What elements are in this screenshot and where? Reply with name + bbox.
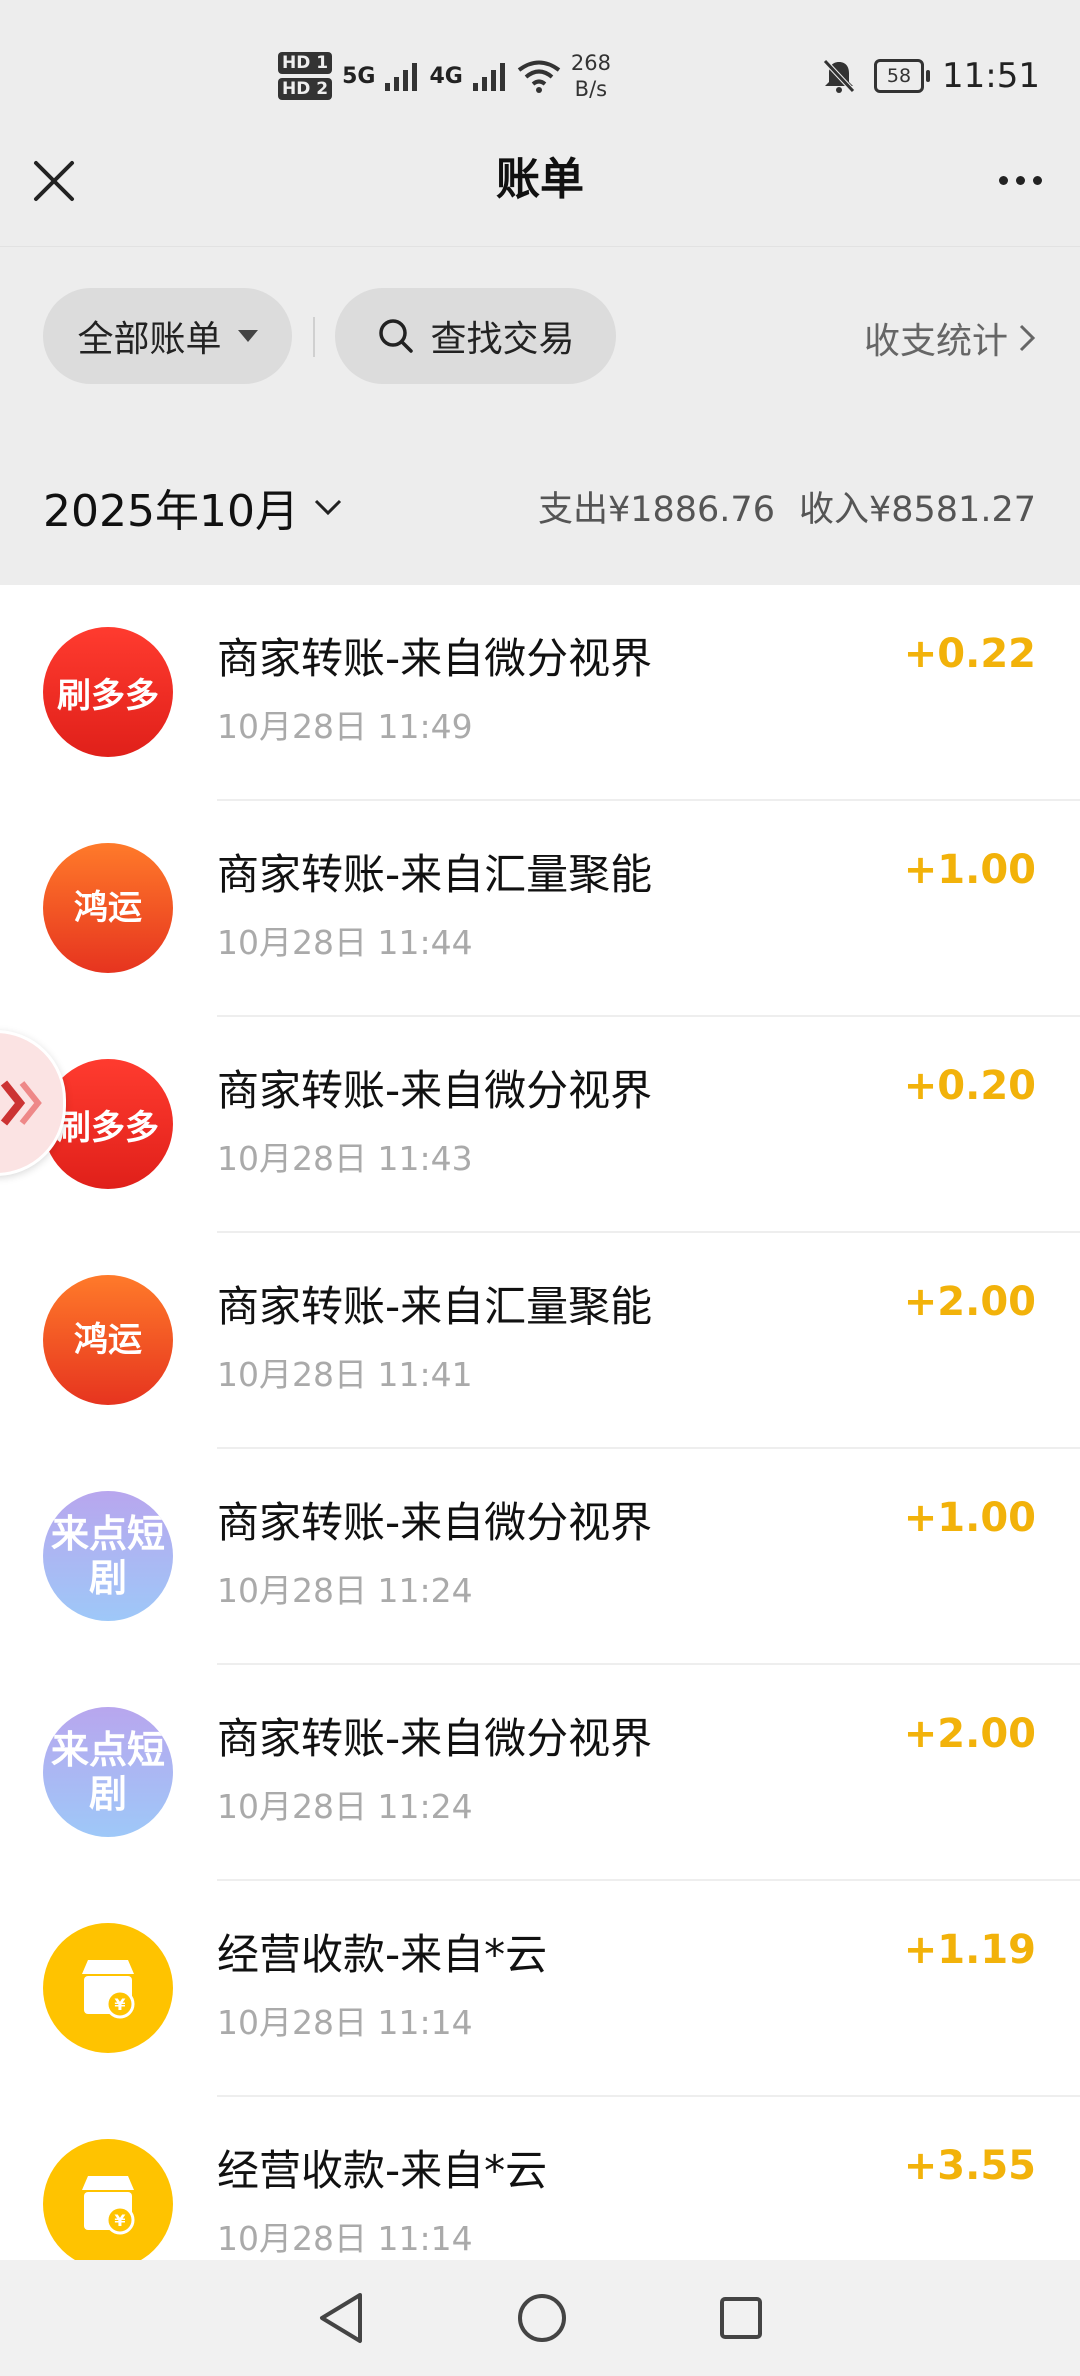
income-total: 收入¥8581.27 bbox=[798, 490, 1036, 530]
floating-app-icon bbox=[0, 1080, 42, 1126]
divider bbox=[313, 317, 315, 357]
top-bar: 账单 bbox=[0, 145, 1080, 245]
transaction-amount: +2.00 bbox=[903, 1711, 1036, 1757]
home-icon[interactable] bbox=[516, 2292, 568, 2344]
transaction-list: 刷多多 商家转账-来自微分视界 10月28日 11:49 +0.22 鸿运 商家… bbox=[0, 585, 1080, 2260]
svg-text:¥: ¥ bbox=[114, 1995, 125, 2014]
transaction-title: 商家转账-来自汇量聚能 bbox=[217, 850, 653, 899]
transaction-row[interactable]: ¥ 经营收款-来自*云 10月28日 11:14 +1.19 bbox=[0, 1881, 1080, 2097]
transaction-date: 10月28日 11:14 bbox=[217, 2219, 473, 2258]
transaction-date: 10月28日 11:44 bbox=[217, 923, 473, 962]
stats-label: 收支统计 bbox=[863, 321, 1008, 362]
month-summary: 2025年10月 支出¥1886.76 收入¥8581.27 bbox=[0, 429, 1080, 584]
battery-indicator: 58 bbox=[874, 59, 931, 93]
merchant-avatar: 鸿运 bbox=[43, 843, 173, 973]
transaction-amount: +0.22 bbox=[903, 631, 1036, 677]
clock: 11:51 bbox=[942, 56, 1040, 96]
bell-muted-icon bbox=[823, 59, 855, 93]
signal-bars-icon bbox=[472, 63, 505, 91]
signal-4g: 4G bbox=[429, 63, 463, 89]
transaction-amount: +2.00 bbox=[903, 1279, 1036, 1325]
back-icon[interactable] bbox=[316, 2291, 366, 2345]
transaction-date: 10月28日 11:24 bbox=[217, 1787, 473, 1826]
transaction-title: 商家转账-来自汇量聚能 bbox=[217, 1282, 653, 1331]
network-indicators: HD 1 HD 2 5G 4G 268 B/s bbox=[278, 44, 611, 108]
more-dot bbox=[1032, 175, 1042, 185]
signal-5g: 5G bbox=[342, 63, 376, 89]
net-speed-unit: B/s bbox=[574, 77, 608, 101]
all-bills-label: 全部账单 bbox=[77, 319, 222, 360]
transaction-amount: +3.55 bbox=[903, 2143, 1036, 2189]
transaction-amount: +1.00 bbox=[903, 1495, 1036, 1541]
filter-bar: 全部账单 查找交易 收支统计 bbox=[0, 246, 1080, 429]
transaction-title: 商家转账-来自微分视界 bbox=[217, 1714, 653, 1763]
status-bar: HD 1 HD 2 5G 4G 268 B/s 58 11:51 bbox=[0, 0, 1080, 145]
search-transactions-button[interactable]: 查找交易 bbox=[335, 288, 616, 384]
all-bills-dropdown[interactable]: 全部账单 bbox=[43, 288, 292, 384]
net-speed: 268 B/s bbox=[571, 50, 611, 102]
transaction-row[interactable]: 刷多多 商家转账-来自微分视界 10月28日 11:43 +0.20 bbox=[0, 1017, 1080, 1233]
net-speed-value: 268 bbox=[570, 51, 611, 75]
more-dot bbox=[1015, 175, 1025, 185]
wifi-icon bbox=[517, 60, 561, 93]
chevron-down-icon bbox=[314, 499, 342, 516]
transaction-title: 经营收款-来自*云 bbox=[217, 2146, 548, 2195]
hd-badge-1: HD 1 bbox=[278, 52, 333, 74]
merchant-avatar: 鸿运 bbox=[43, 1275, 173, 1405]
transaction-row[interactable]: ¥ 经营收款-来自*云 10月28日 11:14 +3.55 bbox=[0, 2097, 1080, 2260]
store-icon: ¥ bbox=[82, 1960, 135, 2019]
stats-link[interactable]: 收支统计 bbox=[864, 312, 1036, 364]
store-icon: ¥ bbox=[82, 2176, 135, 2235]
caret-down-icon bbox=[237, 330, 258, 342]
store-payment-avatar: ¥ bbox=[43, 1923, 173, 2053]
transaction-date: 10月28日 11:49 bbox=[217, 707, 473, 746]
store-payment-avatar: ¥ bbox=[43, 2139, 173, 2260]
transaction-date: 10月28日 11:24 bbox=[217, 1571, 473, 1610]
signal-bars-icon bbox=[385, 63, 418, 91]
transaction-date: 10月28日 11:41 bbox=[217, 1355, 473, 1394]
svg-text:¥: ¥ bbox=[114, 2211, 125, 2230]
status-right: 58 11:51 bbox=[822, 50, 1040, 102]
recents-icon[interactable] bbox=[718, 2295, 764, 2341]
month-label: 2025年10月 bbox=[43, 486, 299, 537]
transaction-title: 经营收款-来自*云 bbox=[217, 1930, 548, 1979]
transaction-row[interactable]: 刷多多 商家转账-来自微分视界 10月28日 11:49 +0.22 bbox=[0, 585, 1080, 801]
transaction-title: 商家转账-来自微分视界 bbox=[217, 634, 653, 683]
transaction-row[interactable]: 来点短剧 商家转账-来自微分视界 10月28日 11:24 +1.00 bbox=[0, 1449, 1080, 1665]
transaction-amount: +1.19 bbox=[903, 1927, 1036, 1973]
merchant-avatar: 来点短剧 bbox=[43, 1491, 173, 1621]
merchant-avatar: 来点短剧 bbox=[43, 1707, 173, 1837]
transaction-date: 10月28日 11:14 bbox=[217, 2003, 473, 2042]
chevron-right-icon bbox=[1019, 324, 1036, 352]
more-dot bbox=[998, 175, 1008, 185]
hd-badges: HD 1 HD 2 bbox=[278, 52, 333, 100]
transaction-amount: +0.20 bbox=[903, 1063, 1036, 1109]
expense-total: 支出¥1886.76 bbox=[537, 490, 775, 530]
transaction-title: 商家转账-来自微分视界 bbox=[217, 1498, 653, 1547]
search-label: 查找交易 bbox=[430, 319, 575, 360]
transaction-row[interactable]: 鸿运 商家转账-来自汇量聚能 10月28日 11:44 +1.00 bbox=[0, 801, 1080, 1017]
month-totals: 支出¥1886.76 收入¥8581.27 bbox=[538, 481, 1036, 532]
transaction-row[interactable]: 鸿运 商家转账-来自汇量聚能 10月28日 11:41 +2.00 bbox=[0, 1233, 1080, 1449]
hd-badge-2: HD 2 bbox=[278, 78, 333, 100]
merchant-avatar: 刷多多 bbox=[43, 627, 173, 757]
transaction-title: 商家转账-来自微分视界 bbox=[217, 1066, 653, 1115]
transaction-row[interactable]: 来点短剧 商家转账-来自微分视界 10月28日 11:24 +2.00 bbox=[0, 1665, 1080, 1881]
search-icon bbox=[379, 319, 414, 353]
transaction-date: 10月28日 11:43 bbox=[217, 1139, 473, 1178]
system-nav-bar bbox=[0, 2260, 1080, 2376]
more-icon[interactable] bbox=[990, 155, 1050, 205]
page-title: 账单 bbox=[496, 154, 584, 205]
month-picker[interactable]: 2025年10月 bbox=[43, 475, 343, 539]
transaction-amount: +1.00 bbox=[903, 847, 1036, 893]
